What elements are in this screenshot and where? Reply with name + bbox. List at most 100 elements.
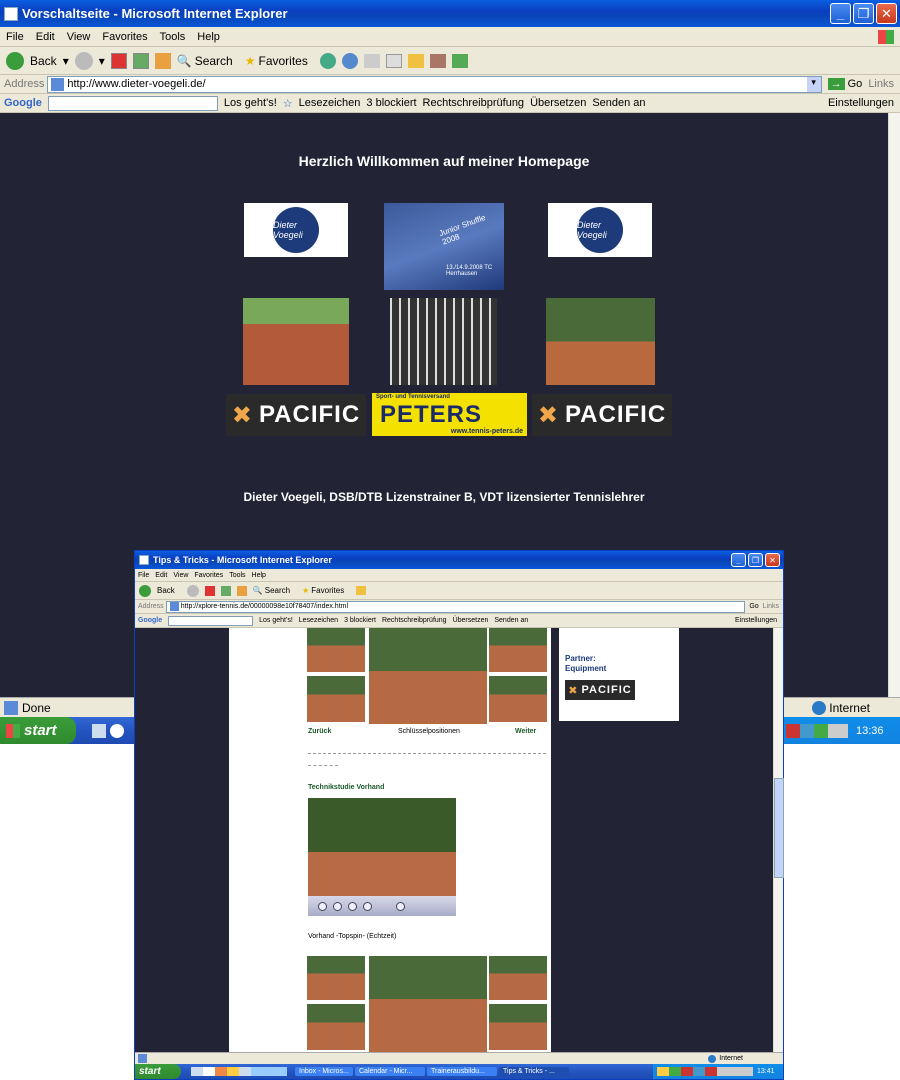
dieter-voegeli-logo-left[interactable]: Dieter Voegeli [244, 203, 348, 257]
start-button[interactable]: start [0, 717, 76, 744]
menu-edit[interactable]: Edit [36, 31, 55, 43]
fast-forward-icon[interactable] [363, 901, 372, 911]
google-go-button[interactable]: Los geht's! [224, 97, 277, 109]
video-frame[interactable] [308, 798, 456, 896]
address-field[interactable]: http://xplore-tennis.de/00000098e10f7840… [165, 600, 746, 613]
player-photo[interactable] [546, 298, 655, 385]
forward-arrow-icon[interactable] [186, 584, 199, 597]
address-dropdown-icon[interactable]: ▾ [806, 76, 821, 92]
search-button[interactable]: 🔍 Search [177, 54, 239, 68]
spellcheck-button[interactable]: Rechtschreibprüfung [423, 97, 525, 109]
photo-small-2[interactable] [489, 628, 547, 672]
popup-blocked-button[interactable]: 3 blockiert [366, 97, 416, 109]
scroll-thumb[interactable] [774, 778, 784, 878]
pacific-partner-logo[interactable]: ✖ PACIFIC [565, 680, 635, 700]
send-to-button[interactable]: Senden an [494, 617, 528, 624]
menu-help[interactable]: Help [197, 31, 220, 43]
photo-small-5[interactable] [307, 956, 365, 1000]
close-button[interactable]: ✕ [876, 3, 897, 24]
play-icon[interactable] [318, 901, 327, 911]
photo-small-6[interactable] [489, 956, 547, 1000]
settings-button[interactable]: Einstellungen [735, 617, 777, 624]
volume-icon[interactable] [396, 901, 405, 911]
photo-small-1[interactable] [307, 628, 365, 672]
dieter-voegeli-logo-right[interactable]: Dieter Voegeli [548, 203, 652, 257]
menu-file[interactable]: File [138, 572, 149, 579]
menu-edit[interactable]: Edit [155, 572, 167, 579]
popup-blocked-button[interactable]: 3 blockiert [344, 617, 376, 624]
google-search-box[interactable] [168, 615, 254, 626]
edit-icon[interactable] [385, 53, 402, 68]
google-search-box[interactable] [47, 95, 218, 111]
lesezeichen-button[interactable]: Lesezeichen [299, 617, 338, 624]
racket-string-photo[interactable] [390, 298, 497, 385]
research-icon[interactable] [429, 53, 446, 68]
menu-help[interactable]: Help [252, 572, 266, 579]
photo-large-2[interactable] [369, 956, 487, 1052]
refresh-icon[interactable] [132, 52, 149, 69]
lesezeichen-button[interactable]: Lesezeichen [299, 97, 361, 109]
photo-small-4[interactable] [489, 676, 547, 722]
settings-button[interactable]: Einstellungen [828, 97, 894, 109]
menu-tools[interactable]: Tools [160, 31, 186, 43]
mail-icon[interactable] [363, 53, 380, 68]
google-go-button[interactable]: Los geht's! [259, 617, 293, 624]
links-label[interactable]: Links [868, 78, 894, 90]
favorites-button[interactable]: ★ Favorites [302, 586, 350, 595]
pacific-logo-left[interactable]: ✖ PACIFIC [226, 394, 366, 436]
photo-large-1[interactable] [369, 628, 487, 724]
favorites-button[interactable]: ★ Favorites [245, 54, 314, 68]
back-button[interactable]: Back ▾ [6, 51, 69, 70]
outer-scrollbar[interactable] [888, 113, 900, 697]
forward-button[interactable]: ▾ [74, 51, 105, 70]
menu-tools[interactable]: Tools [229, 572, 245, 579]
back-link[interactable]: Zurück [308, 728, 331, 735]
task-trainerausbildung[interactable]: Trainerausbildu... [427, 1067, 497, 1076]
menu-favorites[interactable]: Favorites [102, 31, 147, 43]
refresh-icon[interactable] [220, 585, 231, 596]
send-to-button[interactable]: Senden an [592, 97, 645, 109]
tennis-kids-photo[interactable] [243, 298, 349, 385]
go-button[interactable]: Go [749, 603, 758, 610]
stop-icon[interactable] [204, 585, 215, 596]
search-button[interactable]: 🔍 Search [253, 586, 296, 595]
peters-logo[interactable]: Sport- und Tennisversand PETERS www.tenn… [372, 393, 527, 436]
close-button[interactable]: ✕ [765, 553, 780, 567]
pacific-logo-right[interactable]: ✖ PACIFIC [532, 394, 672, 436]
task-tips-tricks[interactable]: Tips & Tricks - ... [499, 1067, 569, 1076]
task-calendar[interactable]: Calendar - Micr... [355, 1067, 425, 1076]
history-icon[interactable] [341, 52, 358, 69]
messenger-icon[interactable] [451, 53, 468, 68]
quick-launch-desktop-icon[interactable] [92, 723, 106, 738]
home-icon[interactable] [154, 52, 171, 69]
links-label[interactable]: Links [763, 603, 779, 610]
translate-button[interactable]: Übersetzen [530, 97, 586, 109]
photo-small-3[interactable] [307, 676, 365, 722]
spellcheck-button[interactable]: Rechtschreibprüfung [382, 617, 447, 624]
video-controls[interactable] [308, 896, 456, 916]
menu-view[interactable]: View [67, 31, 91, 43]
bookmark-star-icon[interactable]: ☆ [283, 97, 293, 110]
media-icon[interactable] [319, 52, 336, 69]
stop-icon[interactable] [110, 52, 127, 69]
maximize-button[interactable]: ❐ [853, 3, 874, 24]
minimize-button[interactable]: _ [830, 3, 851, 24]
maximize-button[interactable]: ❐ [748, 553, 763, 567]
home-icon[interactable] [236, 585, 247, 596]
translate-button[interactable]: Übersetzen [453, 617, 489, 624]
folder-icon[interactable] [356, 586, 367, 595]
task-inbox[interactable]: Inbox - Micros... [295, 1067, 353, 1076]
back-button[interactable]: Back [139, 584, 181, 597]
rewind-icon[interactable] [348, 901, 357, 911]
quick-launch-ie-icon[interactable] [110, 723, 124, 738]
minimize-button[interactable]: _ [731, 553, 746, 567]
junior-shuffle-photo[interactable]: Junior Shuffle 2008 13./14.9.2008 TC Her… [384, 203, 504, 290]
next-link[interactable]: Weiter [515, 728, 536, 735]
menu-favorites[interactable]: Favorites [194, 572, 223, 579]
address-field[interactable]: http://www.dieter-voegeli.de/ ▾ [47, 75, 822, 93]
menu-file[interactable]: File [6, 31, 24, 43]
go-button[interactable]: → Go [827, 78, 862, 90]
inner-scrollbar[interactable] [773, 628, 784, 1052]
photo-small-7[interactable] [307, 1004, 365, 1050]
folder-icon[interactable] [407, 53, 424, 68]
